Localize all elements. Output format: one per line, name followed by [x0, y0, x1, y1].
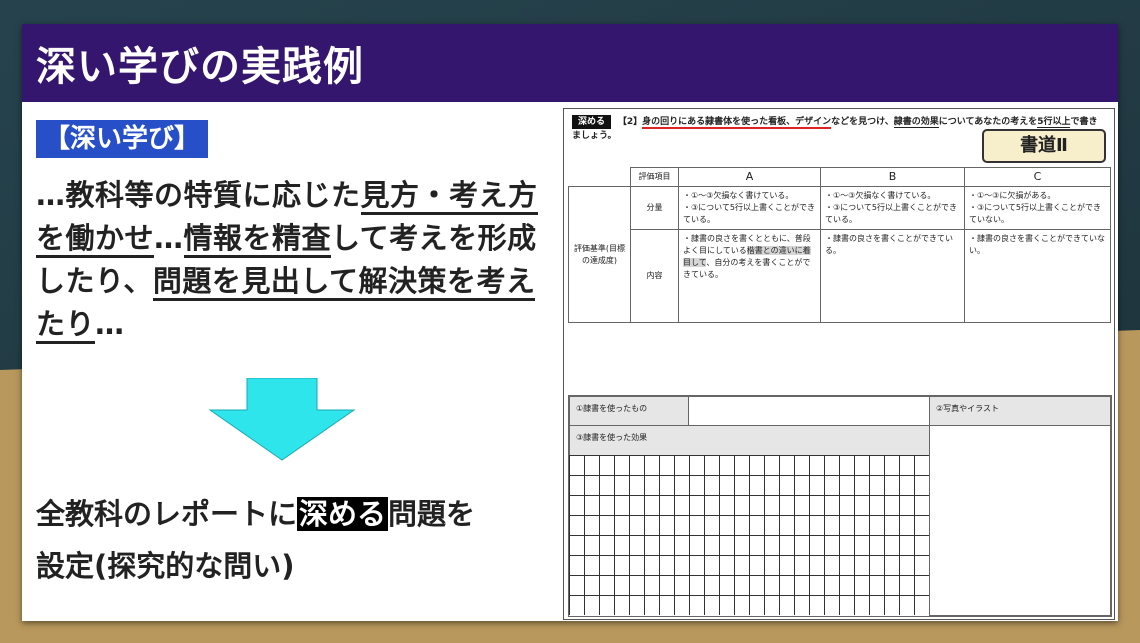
- amount-c-1: ・①～③に欠損がある。: [969, 191, 1056, 200]
- question-num: 【2】: [617, 117, 643, 127]
- row-content-label: 内容: [630, 229, 679, 323]
- bottom-pre: 全教科のレポートに: [36, 497, 298, 531]
- body-part-4: …: [95, 307, 125, 341]
- slide: 深い学びの実践例 【深い学び】 …教科等の特質に応じた見方・考え方を働かせ…情報…: [22, 24, 1118, 621]
- amount-c-2: ・③について5行以上書くことができていない。: [969, 203, 1102, 224]
- body-text: …教科等の特質に応じた見方・考え方を働かせ…情報を精査して考えを形成したり、問題…: [36, 174, 556, 346]
- used-item-field[interactable]: [688, 396, 930, 426]
- rubric-header-row: 評価項目 A B C: [568, 167, 1111, 187]
- deep-learning-tag: 【深い学び】: [36, 120, 209, 158]
- content-a: ・隷書の良さを書くとともに、普段よく目にしている楷書との違いに着目して、自分の考…: [678, 229, 821, 323]
- amount-c: ・①～③に欠損がある。 ・③について5行以上書くことができていない。: [964, 186, 1111, 230]
- rubric-row-amount: 評価基準(目標の達成度) 分量 ・①～③欠損なく書けている。 ・③について5行以…: [568, 186, 1111, 323]
- down-arrow-icon: [202, 377, 362, 466]
- photo-label: ②写真やイラスト: [929, 396, 1111, 426]
- amount-b: ・①～③欠損なく書けている。 ・③について5行以上書くことができている。: [820, 186, 965, 230]
- rubric-table: 評価項目 A B C 評価基準(目標の達成度) 分量 ・①～③欠損なく書けている…: [568, 167, 1111, 323]
- title-bar: 深い学びの実践例: [22, 24, 1118, 102]
- bottom-line-1: 全教科のレポートに深める問題を: [36, 488, 576, 540]
- question-end: についてあなたの考えを: [938, 117, 1038, 127]
- bottom-post: 問題を: [388, 497, 476, 531]
- body-part-2: …: [154, 221, 184, 255]
- amount-b-1: ・①～③欠損なく書けている。: [825, 191, 936, 200]
- bottom-line-2: 設定(探究的な問い): [36, 549, 295, 583]
- content-c: ・隷書の良さを書くことができていない。: [964, 229, 1111, 323]
- row-amount-label: 分量: [630, 186, 679, 230]
- question-mid: などを見つけ、: [831, 117, 894, 127]
- criteria-label: 評価基準(目標の達成度): [568, 186, 631, 323]
- question-red: 身の回りにある隷書体を使った看板、デザイン: [642, 117, 832, 129]
- question-five-lines: 5行以上: [1037, 117, 1071, 128]
- amount-b-2: ・③について5行以上書くことができている。: [825, 203, 958, 224]
- body-part-1: …教科等の特質に応じた: [36, 178, 361, 212]
- amount-a: ・①～③欠損なく書けている。 ・③について5行以上書くことができている。: [678, 186, 821, 230]
- photo-area[interactable]: [929, 425, 1111, 616]
- eval-items-header: 評価項目: [630, 167, 679, 187]
- question-underline: 隷書の効果: [893, 117, 939, 128]
- worksheet: 深める 【2】身の回りにある隷書体を使った看板、デザインなどを見つけ、隷書の効果…: [563, 108, 1115, 620]
- col-c-header: C: [964, 167, 1111, 187]
- writing-grid[interactable]: [569, 455, 929, 615]
- used-item-label: ①隷書を使ったもの: [569, 396, 689, 426]
- slide-title: 深い学びの実践例: [36, 44, 364, 90]
- effect-label: ③隷書を使った効果: [569, 425, 930, 456]
- col-a-header: A: [678, 167, 821, 187]
- bottom-highlight: 深める: [297, 497, 389, 531]
- amount-a-1: ・①～③欠損なく書けている。: [683, 191, 794, 200]
- answer-area: ①隷書を使ったもの ②写真やイラスト ③隷書を使った効果: [568, 395, 1112, 617]
- bottom-text: 全教科のレポートに深める問題を 設定(探究的な問い): [36, 488, 576, 592]
- deep-label: 深める: [572, 115, 612, 129]
- body-underline-2: 情報を精査: [183, 221, 332, 258]
- rubric-row-content: 内容 ・隷書の良さを書くとともに、普段よく目にしている楷書との違いに着目して、自…: [569, 229, 1111, 323]
- col-b-header: B: [820, 167, 965, 187]
- subject-label: 書道Ⅱ: [982, 129, 1106, 163]
- content-b: ・隷書の良さを書くことができている。: [820, 229, 965, 323]
- amount-a-2: ・③について5行以上書くことができている。: [683, 203, 816, 224]
